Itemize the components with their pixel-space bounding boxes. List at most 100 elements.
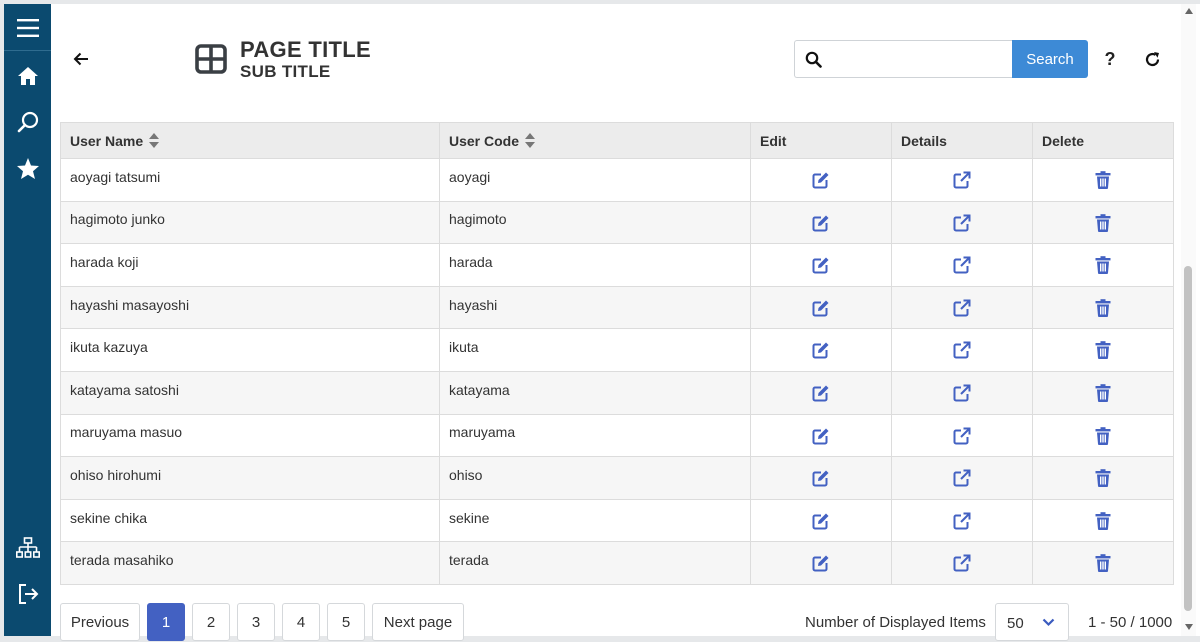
user-code-cell: aoyagi <box>439 158 751 202</box>
user-name-cell: sekine chika <box>60 498 440 543</box>
edit-icon <box>812 342 829 359</box>
delete-cell <box>1032 541 1174 585</box>
edit-icon <box>812 172 829 189</box>
window-frame-top <box>0 0 1200 4</box>
user-name-cell: harada koji <box>60 243 440 287</box>
scroll-up-arrow-icon[interactable] <box>1185 8 1193 14</box>
help-button[interactable]: ? <box>1098 46 1122 72</box>
delete-button[interactable] <box>1095 511 1111 530</box>
edit-icon <box>812 555 829 572</box>
user-table-container: User Name User Code Edit Details Delete … <box>60 122 1174 585</box>
edit-button[interactable] <box>812 554 830 572</box>
scrollbar-thumb[interactable] <box>1184 266 1192 611</box>
details-button[interactable] <box>953 427 971 445</box>
trash-icon <box>1095 298 1111 317</box>
external-link-icon <box>953 299 971 317</box>
edit-button[interactable] <box>812 171 830 189</box>
column-header-details: Details <box>891 122 1033 159</box>
user-name-cell: terada masahiko <box>60 541 440 585</box>
page-button-2[interactable]: 2 <box>192 603 230 641</box>
page-subtitle: SUB TITLE <box>240 62 331 81</box>
external-link-icon <box>953 214 971 232</box>
details-button[interactable] <box>953 299 971 317</box>
external-link-icon <box>953 512 971 530</box>
delete-button[interactable] <box>1095 298 1111 317</box>
refresh-button[interactable] <box>1140 47 1164 71</box>
details-button[interactable] <box>953 214 971 232</box>
table-row: aoyagi tatsumi aoyagi <box>60 158 1174 202</box>
table-row: maruyama masuo maruyama <box>60 413 1174 458</box>
delete-button[interactable] <box>1095 256 1111 275</box>
details-button[interactable] <box>953 256 971 274</box>
user-table: User Name User Code Edit Details Delete … <box>60 122 1174 585</box>
edit-button[interactable] <box>812 256 830 274</box>
search-icon <box>805 51 822 68</box>
sidebar-item-favorites[interactable] <box>4 146 51 190</box>
trash-icon <box>1095 426 1111 445</box>
edit-cell <box>750 285 892 330</box>
items-per-page-select[interactable]: 50 <box>995 603 1069 641</box>
edit-button[interactable] <box>812 341 830 359</box>
edit-icon <box>812 470 829 487</box>
search-button[interactable]: Search <box>1012 40 1088 78</box>
page-button-1[interactable]: 1 <box>147 603 185 641</box>
edit-button[interactable] <box>812 299 830 317</box>
column-header-delete: Delete <box>1032 122 1174 159</box>
delete-button[interactable] <box>1095 554 1111 573</box>
column-header-user-code[interactable]: User Code <box>439 122 751 159</box>
arrow-left-icon <box>73 52 88 66</box>
back-button[interactable] <box>68 44 94 74</box>
edit-cell <box>750 541 892 585</box>
sidebar-item-logout[interactable] <box>4 572 51 616</box>
details-button[interactable] <box>953 384 971 402</box>
sort-icon <box>525 132 536 148</box>
delete-button[interactable] <box>1095 469 1111 488</box>
external-link-icon <box>953 341 971 359</box>
edit-button[interactable] <box>812 427 830 445</box>
delete-cell <box>1032 498 1174 543</box>
delete-button[interactable] <box>1095 171 1111 189</box>
details-button[interactable] <box>953 171 971 189</box>
hamburger-menu-button[interactable] <box>4 6 51 50</box>
search-input[interactable] <box>829 45 1005 73</box>
delete-button[interactable] <box>1095 426 1111 445</box>
search-box <box>794 40 1014 78</box>
details-button[interactable] <box>953 554 971 572</box>
edit-cell <box>750 498 892 543</box>
trash-icon <box>1095 469 1111 488</box>
trash-icon <box>1095 171 1111 189</box>
delete-button[interactable] <box>1095 341 1111 360</box>
sidebar-item-sitemap[interactable] <box>4 526 51 570</box>
sidebar-item-home[interactable] <box>4 54 51 98</box>
table-row: katayama satoshi katayama <box>60 370 1174 415</box>
page-button-5[interactable]: 5 <box>327 603 365 641</box>
edit-button[interactable] <box>812 384 830 402</box>
edit-button[interactable] <box>812 512 830 530</box>
delete-cell <box>1032 243 1174 287</box>
page-button-4[interactable]: 4 <box>282 603 320 641</box>
external-link-icon <box>953 427 971 444</box>
delete-button[interactable] <box>1095 384 1111 402</box>
delete-cell <box>1032 413 1174 458</box>
user-code-cell: katayama <box>439 370 751 415</box>
table-row: hagimoto junko hagimoto <box>60 200 1174 245</box>
column-header-user-name[interactable]: User Name <box>60 122 440 159</box>
details-button[interactable] <box>953 512 971 530</box>
sidebar <box>4 4 51 636</box>
user-name-cell: ohiso hirohumi <box>60 456 440 500</box>
details-button[interactable] <box>953 341 971 359</box>
trash-icon <box>1095 256 1111 275</box>
delete-button[interactable] <box>1095 213 1111 232</box>
scroll-down-arrow-icon[interactable] <box>1185 624 1193 630</box>
sidebar-item-search[interactable] <box>4 100 51 144</box>
edit-button[interactable] <box>812 214 830 232</box>
details-button[interactable] <box>953 469 971 487</box>
user-code-cell: ohiso <box>439 456 751 500</box>
details-cell <box>891 413 1033 458</box>
items-per-page-value: 50 <box>1007 615 1024 632</box>
page-button-3[interactable]: 3 <box>237 603 275 641</box>
previous-page-button[interactable]: Previous <box>60 603 140 641</box>
delete-cell <box>1032 200 1174 245</box>
edit-button[interactable] <box>812 469 830 487</box>
next-page-button[interactable]: Next page <box>372 603 464 641</box>
